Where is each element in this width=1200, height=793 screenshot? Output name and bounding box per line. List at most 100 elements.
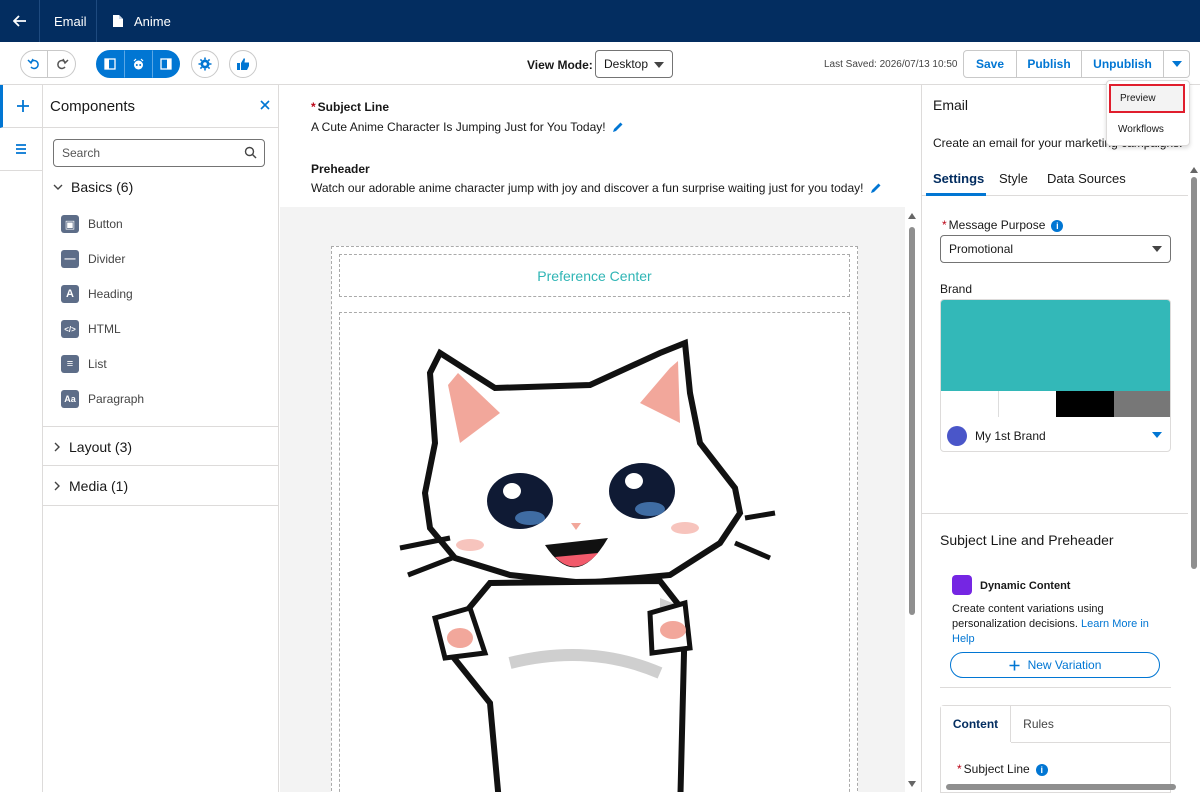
scroll-up-icon[interactable] bbox=[908, 213, 916, 219]
basics-section-toggle[interactable]: Basics (6) bbox=[53, 179, 133, 195]
new-variation-button[interactable]: New Variation bbox=[950, 652, 1160, 678]
media-section-toggle[interactable]: Media (1) bbox=[53, 478, 128, 494]
anime-cat-image bbox=[399, 338, 776, 792]
preference-center-block[interactable]: Preference Center bbox=[339, 254, 850, 297]
components-title: Components bbox=[50, 97, 136, 115]
editor-toolbar: View Mode: Desktop Last Saved: 2026/07/1… bbox=[0, 42, 1200, 85]
message-purpose-select[interactable]: Promotional bbox=[940, 235, 1171, 263]
tab-content[interactable]: Content bbox=[941, 706, 1011, 742]
tab-style[interactable]: Style bbox=[999, 171, 1028, 186]
tab-settings[interactable]: Settings bbox=[933, 171, 984, 186]
panel-title: Email bbox=[933, 97, 969, 113]
top-navigation-bar: Email Anime bbox=[0, 0, 1200, 42]
brand-selector[interactable]: My 1st Brand bbox=[940, 299, 1171, 452]
scroll-down-icon[interactable] bbox=[908, 781, 916, 787]
menu-item-preview[interactable]: Preview bbox=[1109, 84, 1185, 113]
settings-button[interactable] bbox=[191, 50, 219, 78]
dynamic-content-card: Dynamic Content Create content variation… bbox=[940, 558, 1171, 688]
subject-preheader-section-title: Subject Line and Preheader bbox=[940, 532, 1114, 548]
breadcrumb-email[interactable]: Email bbox=[40, 0, 97, 42]
info-icon[interactable]: i bbox=[1051, 219, 1064, 232]
brand-primary-swatch bbox=[941, 300, 1170, 391]
scroll-thumb[interactable] bbox=[946, 784, 1176, 790]
close-panel-button[interactable] bbox=[260, 97, 270, 115]
subject-line-value[interactable]: A Cute Anime Character Is Jumping Just f… bbox=[311, 120, 624, 134]
redo-button[interactable] bbox=[48, 50, 76, 78]
more-actions-button[interactable] bbox=[1164, 50, 1190, 78]
canvas-scrollbar[interactable] bbox=[905, 207, 921, 792]
toggle-left-panel-button[interactable] bbox=[96, 50, 124, 78]
publish-button[interactable]: Publish bbox=[1017, 50, 1082, 78]
unpublish-button[interactable]: Unpublish bbox=[1082, 50, 1164, 78]
left-rail bbox=[0, 85, 43, 792]
component-html[interactable]: </> HTML bbox=[61, 320, 121, 338]
thumbs-up-icon bbox=[237, 58, 249, 70]
view-mode-value: Desktop bbox=[604, 57, 649, 71]
undo-icon bbox=[27, 58, 39, 70]
component-label: List bbox=[88, 357, 107, 371]
menu-item-workflows[interactable]: Workflows bbox=[1107, 114, 1191, 144]
component-paragraph[interactable]: Aa Paragraph bbox=[61, 390, 144, 408]
toggle-right-panel-button[interactable] bbox=[152, 50, 180, 78]
preference-center-link[interactable]: Preference Center bbox=[537, 268, 651, 284]
dynamic-content-description: Create content variations using personal… bbox=[952, 603, 1149, 645]
add-components-tab[interactable] bbox=[0, 85, 42, 128]
chevron-down-icon[interactable] bbox=[1152, 432, 1162, 438]
basics-section-label: Basics (6) bbox=[71, 179, 134, 195]
back-arrow-icon bbox=[12, 15, 26, 27]
components-header: Components bbox=[43, 85, 278, 128]
outline-tab[interactable] bbox=[0, 128, 42, 171]
edit-pencil-icon[interactable] bbox=[612, 121, 624, 133]
tab-rules[interactable]: Rules bbox=[1011, 706, 1066, 742]
document-icon bbox=[113, 15, 123, 27]
layout-section-toggle[interactable]: Layout (3) bbox=[53, 439, 132, 455]
scroll-thumb[interactable] bbox=[1191, 177, 1197, 569]
divider bbox=[43, 505, 279, 506]
back-button[interactable] bbox=[0, 0, 40, 42]
heading-component-icon: A bbox=[61, 285, 79, 303]
approval-button[interactable] bbox=[229, 50, 257, 78]
brand-logo-icon bbox=[947, 426, 967, 446]
component-list[interactable]: ≡ List bbox=[61, 355, 107, 373]
undo-button[interactable] bbox=[20, 50, 48, 78]
components-panel: Components Search Basics (6) ▣ Button — … bbox=[43, 85, 279, 792]
brand-swatch bbox=[1114, 391, 1170, 417]
button-component-icon: ▣ bbox=[61, 215, 79, 233]
component-button[interactable]: ▣ Button bbox=[61, 215, 123, 233]
dynamic-content-icon bbox=[952, 575, 972, 595]
dynamic-content-title: Dynamic Content bbox=[980, 580, 1071, 592]
scroll-up-icon[interactable] bbox=[1190, 167, 1198, 173]
right-panel-icon bbox=[160, 58, 172, 70]
view-mode-select[interactable]: Desktop bbox=[595, 50, 673, 78]
component-label: HTML bbox=[88, 322, 121, 336]
panel-horizontal-scrollbar[interactable] bbox=[930, 782, 1185, 792]
image-block[interactable] bbox=[339, 312, 850, 792]
edit-pencil-icon[interactable] bbox=[870, 182, 882, 194]
tab-data-sources[interactable]: Data Sources bbox=[1047, 171, 1126, 186]
component-divider[interactable]: — Divider bbox=[61, 250, 125, 268]
view-mode-label: View Mode: bbox=[527, 58, 593, 72]
component-label: Paragraph bbox=[88, 392, 145, 406]
scroll-thumb[interactable] bbox=[909, 227, 915, 615]
close-icon bbox=[260, 100, 270, 110]
html-component-icon: </> bbox=[61, 320, 79, 338]
paragraph-component-icon: Aa bbox=[61, 390, 79, 408]
einstein-button[interactable] bbox=[124, 50, 152, 78]
left-panel-icon bbox=[104, 58, 116, 70]
info-icon[interactable]: i bbox=[1035, 763, 1048, 776]
save-button[interactable]: Save bbox=[963, 50, 1017, 78]
divider bbox=[1011, 742, 1171, 743]
divider bbox=[43, 426, 279, 427]
component-heading[interactable]: A Heading bbox=[61, 285, 133, 303]
chevron-down-icon bbox=[1152, 246, 1162, 252]
divider bbox=[922, 513, 1188, 514]
components-search-input[interactable]: Search bbox=[53, 139, 265, 167]
panel-scrollbar[interactable] bbox=[1188, 165, 1200, 792]
preheader-value[interactable]: Watch our adorable anime character jump … bbox=[311, 181, 882, 195]
search-icon bbox=[244, 146, 257, 159]
active-tab-indicator bbox=[926, 193, 986, 196]
chevron-down-icon bbox=[53, 184, 63, 190]
action-button-group: Save Publish Unpublish bbox=[963, 50, 1190, 78]
plus-icon bbox=[1009, 660, 1020, 670]
subject-line-label: * Subject Line bbox=[311, 100, 390, 114]
